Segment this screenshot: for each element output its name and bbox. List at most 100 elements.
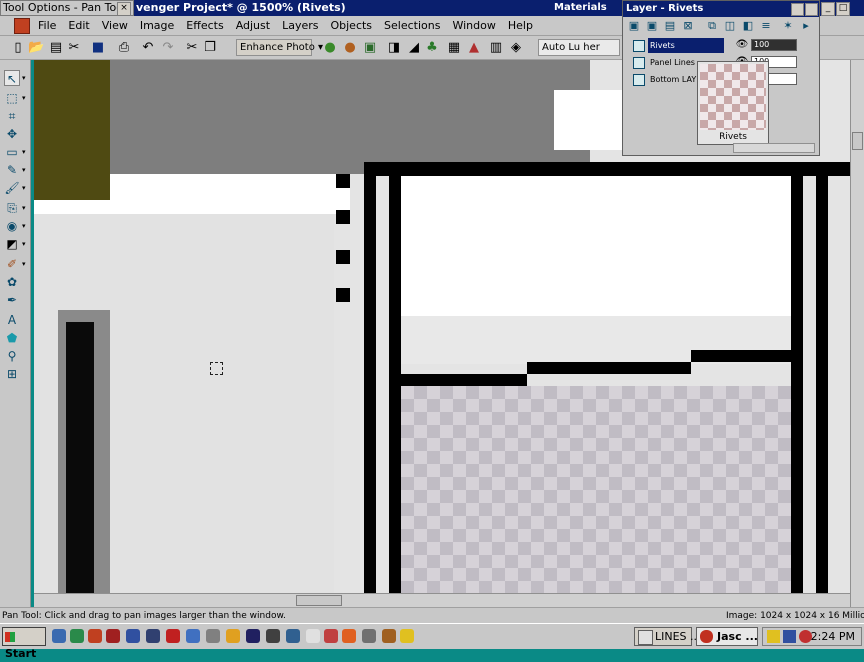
- auto-action-field[interactable]: Auto Lu her: [538, 39, 620, 56]
- browse-icon[interactable]: ✂: [66, 40, 82, 56]
- quicklaunch-icon[interactable]: [342, 629, 356, 643]
- cut-icon[interactable]: ✂: [184, 40, 200, 56]
- effect-icon[interactable]: ●: [342, 40, 358, 56]
- tray-icon[interactable]: [767, 630, 780, 643]
- visibility-eye-icon[interactable]: 👁: [735, 38, 749, 52]
- copy-icon[interactable]: ❐: [202, 40, 218, 56]
- new-vector-layer-icon[interactable]: ▣: [645, 19, 659, 33]
- dropdown-icon[interactable]: ▾: [22, 94, 26, 102]
- layer-icon[interactable]: ◨: [386, 40, 402, 56]
- quicklaunch-icon[interactable]: [266, 629, 280, 643]
- quicklaunch-icon[interactable]: [362, 629, 376, 643]
- smudge-icon[interactable]: ◉: [4, 218, 20, 234]
- pointer-tool-icon[interactable]: ↖: [4, 70, 20, 86]
- tool-options-title-bar[interactable]: Tool Options - Pan Tool ×: [0, 0, 134, 16]
- quicklaunch-icon[interactable]: [206, 629, 220, 643]
- adjust-layer-icon[interactable]: ◧: [741, 19, 755, 33]
- menu-view[interactable]: View: [98, 19, 136, 32]
- minimize-icon[interactable]: _: [821, 2, 835, 16]
- vertical-scroll-thumb[interactable]: [852, 132, 863, 150]
- text-tool-icon[interactable]: A: [4, 312, 20, 328]
- new-icon[interactable]: ▯: [10, 40, 26, 56]
- vertical-scrollbar[interactable]: [850, 60, 864, 607]
- opacity-slider[interactable]: 100: [751, 39, 797, 51]
- group-icon[interactable]: ⧉: [705, 19, 719, 33]
- properties-icon[interactable]: ≡: [759, 19, 773, 33]
- quicklaunch-icon[interactable]: [186, 629, 200, 643]
- dropdown-icon[interactable]: ▾: [22, 204, 26, 212]
- quicklaunch-icon[interactable]: [52, 629, 66, 643]
- dropdown-icon[interactable]: ▾: [22, 240, 26, 248]
- start-button[interactable]: Start: [2, 627, 46, 660]
- tray-icon[interactable]: [783, 630, 796, 643]
- menu-objects[interactable]: Objects: [326, 19, 380, 32]
- materials-title-bar[interactable]: Materials: [550, 0, 626, 16]
- dropdown-icon[interactable]: ▾: [22, 166, 26, 174]
- dropdown-icon[interactable]: ▾: [22, 184, 26, 192]
- mask-icon[interactable]: ◫: [723, 19, 737, 33]
- menu-window[interactable]: Window: [448, 19, 503, 32]
- dropper-icon[interactable]: ⚲: [4, 348, 20, 364]
- maximize-icon[interactable]: □: [836, 2, 850, 16]
- quicklaunch-icon[interactable]: [382, 629, 396, 643]
- new-layer-icon[interactable]: ▣: [627, 19, 641, 33]
- menu-effects[interactable]: Effects: [182, 19, 231, 32]
- quicklaunch-icon[interactable]: [400, 629, 414, 643]
- quicklaunch-icon[interactable]: [166, 629, 180, 643]
- print-icon[interactable]: ⎙: [116, 40, 132, 56]
- redo-icon[interactable]: ↷: [160, 40, 176, 56]
- layer-palette-scrollbar[interactable]: [733, 143, 815, 153]
- quicklaunch-icon[interactable]: [226, 629, 240, 643]
- grid-icon[interactable]: ▦: [446, 40, 462, 56]
- close-icon[interactable]: [805, 3, 818, 16]
- app-icon[interactable]: [14, 17, 30, 34]
- menu-layers[interactable]: Layers: [278, 19, 326, 32]
- move-tool-icon[interactable]: ✥: [4, 126, 20, 142]
- effects-icon[interactable]: ✶: [781, 19, 795, 33]
- crop-tool-icon[interactable]: ⌗: [4, 108, 20, 124]
- menu-selections[interactable]: Selections: [380, 19, 448, 32]
- eraser-icon[interactable]: ✐: [4, 256, 20, 272]
- layer-palette-title-bar[interactable]: Layer - Rivets: [623, 1, 819, 17]
- layer-row-rivets[interactable]: Rivets: [629, 38, 733, 53]
- undo-icon[interactable]: ↶: [140, 40, 156, 56]
- quicklaunch-icon[interactable]: [126, 629, 140, 643]
- palette-icon[interactable]: ◈: [508, 40, 524, 56]
- quicklaunch-icon[interactable]: [88, 629, 102, 643]
- quicklaunch-icon[interactable]: [324, 629, 338, 643]
- selection-tool-icon[interactable]: ⬚: [4, 90, 20, 106]
- warp-tool-icon[interactable]: ⊞: [4, 366, 20, 382]
- image-icon[interactable]: ▣: [362, 40, 378, 56]
- overview-icon[interactable]: ▥: [488, 40, 504, 56]
- horizontal-scrollbar[interactable]: [34, 593, 850, 607]
- histogram-icon[interactable]: ▲: [466, 40, 482, 56]
- rectangle-select-icon[interactable]: ▭: [4, 144, 20, 160]
- horizontal-scroll-thumb[interactable]: [296, 595, 342, 606]
- eyedropper-icon[interactable]: ✎: [4, 162, 20, 178]
- duplicate-layer-icon[interactable]: ▤: [663, 19, 677, 33]
- menu-image[interactable]: Image: [136, 19, 182, 32]
- clone-brush-icon[interactable]: ⎘: [4, 200, 20, 216]
- quicklaunch-icon[interactable]: [70, 629, 84, 643]
- menu-help[interactable]: Help: [504, 19, 541, 32]
- pen-icon[interactable]: ✒: [4, 292, 20, 308]
- dropdown-icon[interactable]: ▾: [22, 148, 26, 156]
- effect-icon[interactable]: ●: [322, 40, 338, 56]
- shape-tool-icon[interactable]: ⬟: [4, 330, 20, 346]
- quicklaunch-icon[interactable]: [306, 629, 320, 643]
- scan-icon[interactable]: ▤: [48, 40, 64, 56]
- close-icon[interactable]: ×: [117, 2, 131, 15]
- fill-icon[interactable]: ◩: [4, 236, 20, 252]
- pin-icon[interactable]: [791, 3, 804, 16]
- document-title-bar[interactable]: venger Project* @ 1500% (Rivets): [134, 0, 552, 16]
- quicklaunch-icon[interactable]: [146, 629, 160, 643]
- menu-adjust[interactable]: Adjust: [232, 19, 278, 32]
- paint-brush-icon[interactable]: 🖌: [4, 180, 20, 196]
- open-icon[interactable]: 📂: [28, 40, 44, 56]
- quicklaunch-icon[interactable]: [286, 629, 300, 643]
- task-button-lines[interactable]: LINES ...: [634, 627, 701, 646]
- task-button-jasc[interactable]: Jasc ...: [696, 627, 758, 646]
- adjust-icon[interactable]: ◢: [406, 40, 422, 56]
- menu-file[interactable]: File: [34, 19, 64, 32]
- save-icon[interactable]: ■: [90, 40, 106, 56]
